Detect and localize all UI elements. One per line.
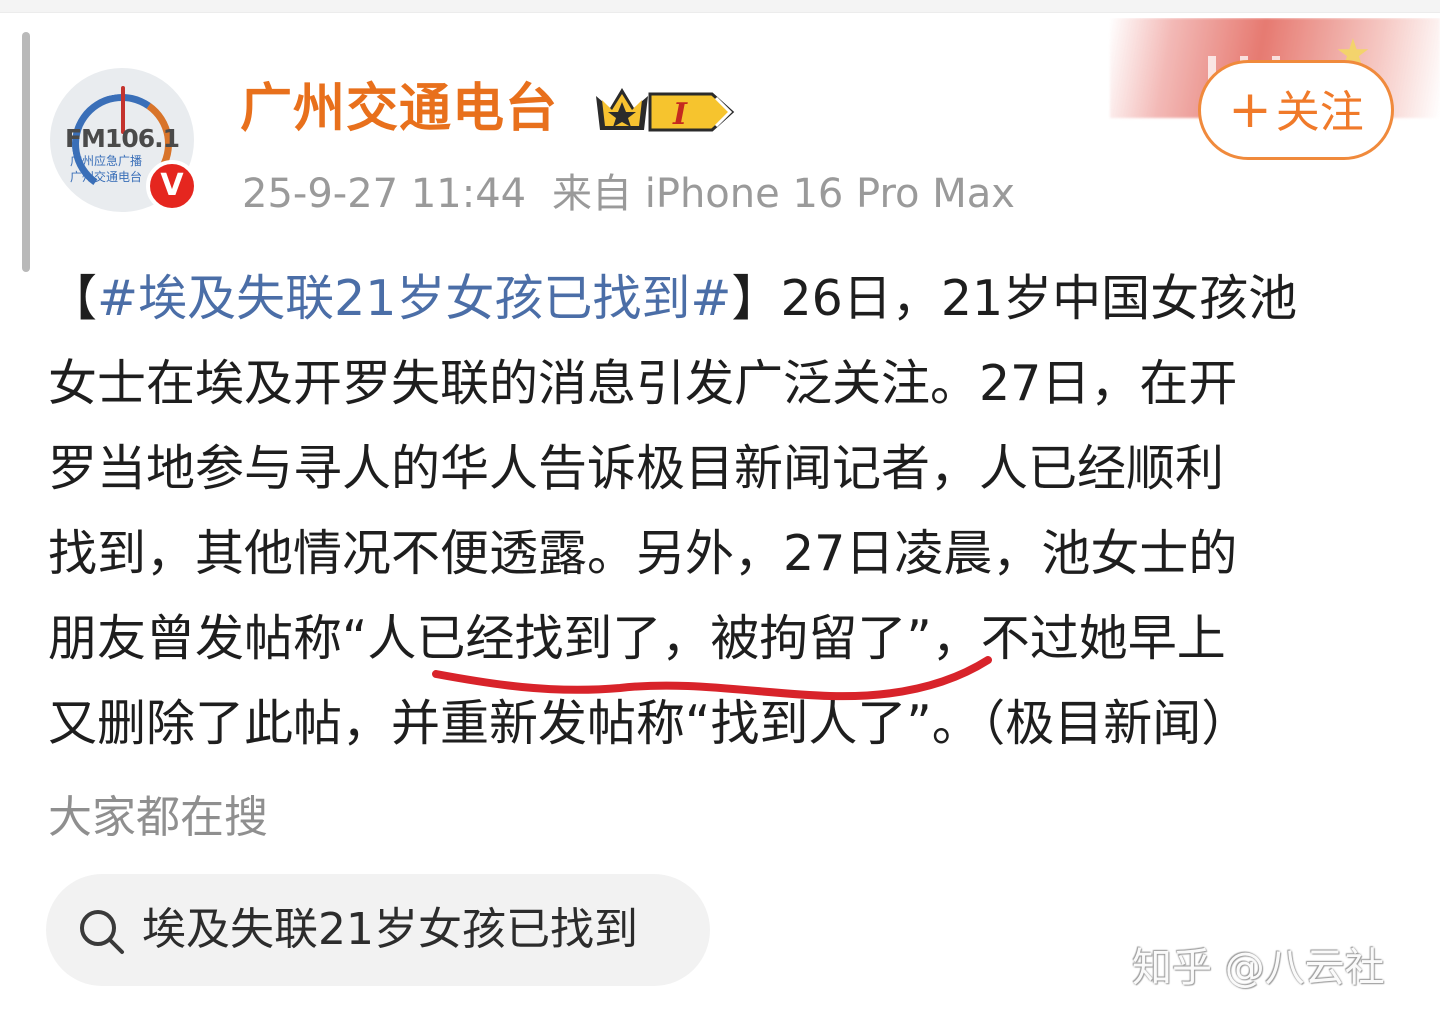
crown-badge-icon[interactable]: I: [592, 82, 740, 138]
plus-icon: +: [1228, 80, 1272, 140]
avatar-frequency-text: FM106.1: [64, 124, 180, 153]
trending-search-query: 埃及失联21岁女孩已找到: [142, 904, 638, 955]
level-badge-text: I: [672, 97, 688, 132]
red-underline-annotation: [432, 656, 992, 701]
post-line-2: 女士在埃及开罗失联的消息引发广泛关注。27日，在开: [48, 355, 1238, 412]
follow-button[interactable]: +关注: [1198, 60, 1394, 160]
post-line-3: 罗当地参与寻人的华人告诉极目新闻记者，人已经顺利: [48, 440, 1225, 497]
account-name[interactable]: 广州交通电台: [240, 78, 558, 140]
follow-label: 关注: [1275, 87, 1364, 138]
hashtag-link[interactable]: #埃及失联21岁女孩已找到#: [97, 270, 731, 327]
post-line-1-text: 】26日，21岁中国女孩池: [731, 270, 1298, 327]
scrollbar-thumb[interactable]: [22, 32, 30, 272]
trending-section-title: 大家都在搜: [48, 792, 268, 843]
verified-v-icon: V: [146, 160, 198, 212]
post-line-1: 【#埃及失联21岁女孩已找到#】26日，21岁中国女孩池: [48, 256, 1408, 341]
top-strip: [0, 0, 1440, 13]
post-source: 来自 iPhone 16 Pro Max: [552, 171, 1015, 217]
trending-search-chip[interactable]: 埃及失联21岁女孩已找到: [46, 874, 710, 986]
search-icon: [80, 910, 124, 954]
post-timestamp: 25-9-27 11:44: [242, 171, 527, 217]
zhihu-watermark: 知乎 @八云社: [1132, 945, 1385, 991]
bracket-open: 【: [48, 270, 98, 327]
post-line-4: 找到，其他情况不便透露。另外，27日凌晨，池女士的: [48, 525, 1238, 582]
